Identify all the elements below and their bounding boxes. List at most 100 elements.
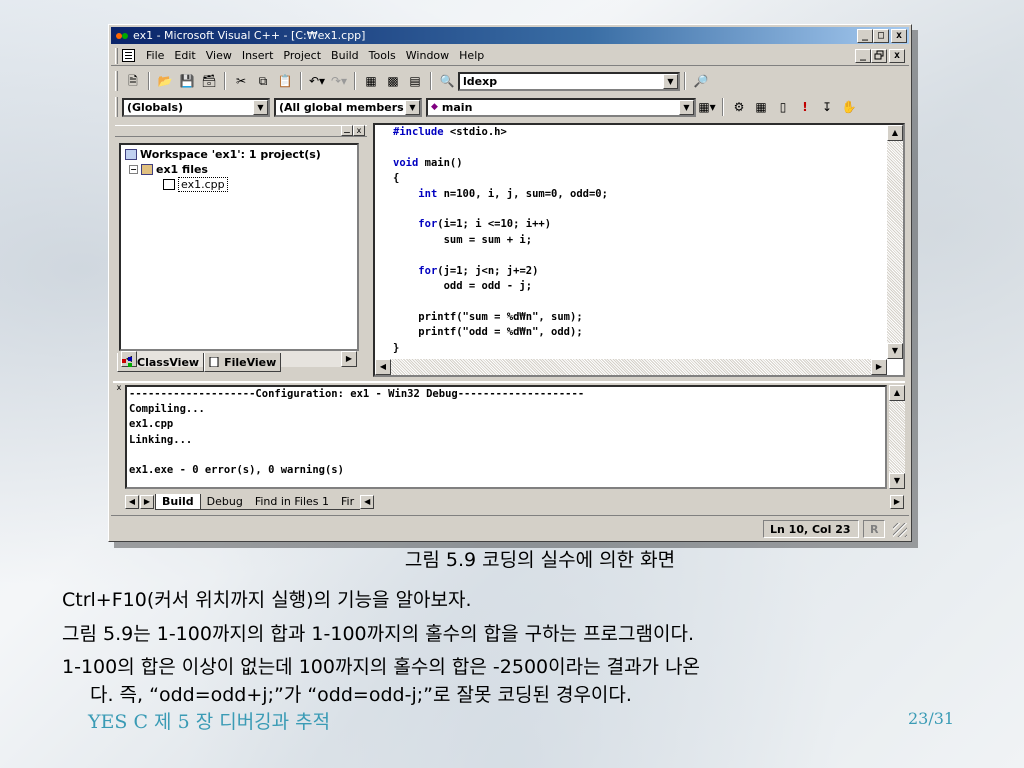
paste-icon[interactable]: 📋 [276,72,294,90]
output-vscroll[interactable]: ▲ ▼ [889,385,905,489]
output-close-button[interactable]: x [113,383,125,392]
output-window-icon[interactable]: ▩ [384,72,402,90]
find-icon[interactable]: 🔎 [692,72,710,90]
tab-prev-icon[interactable]: ◀ [125,495,139,509]
redo-icon[interactable]: ↷▾ [330,72,348,90]
execute-icon[interactable]: ! [796,98,814,116]
function-combo[interactable]: ◆ main ▼ [426,97,696,117]
file-tree[interactable]: Workspace 'ex1': 1 project(s) − ex1 file… [119,143,359,367]
code-line[interactable]: printf("odd = %d₩n", odd); [393,325,883,340]
editor-hscroll[interactable]: ◀ ▶ [375,359,887,375]
tab-debug[interactable]: Debug [200,494,249,510]
document-icon[interactable] [122,49,135,62]
scroll-right-icon[interactable]: ▶ [341,351,357,367]
toolbar-grip[interactable] [115,97,118,117]
menu-edit[interactable]: Edit [169,49,200,62]
menu-build[interactable]: Build [326,49,364,62]
tab-find-in-files-1[interactable]: Find in Files 1 [248,494,336,510]
undo-icon[interactable]: ↶▾ [308,72,326,90]
open-folder-icon[interactable]: 📂 [156,72,174,90]
editor-vscroll[interactable]: ▲ ▼ [887,125,903,359]
mdi-restore-button[interactable] [871,49,887,63]
code-line[interactable]: #include <stdio.h> [393,125,883,140]
code-line[interactable]: { [393,171,883,186]
breakpoint-hand-icon[interactable]: ✋ [840,98,858,116]
vc-window[interactable]: ex1 - Microsoft Visual C++ - [C:₩ex1.cpp… [108,24,912,542]
chevron-down-icon[interactable]: ▼ [679,99,694,115]
save-icon[interactable]: 💾 [178,72,196,90]
build-output[interactable]: --------------------Configuration: ex1 -… [125,385,887,489]
code-line[interactable]: for(j=1; j<n; j+=2) [393,264,883,279]
chevron-down-icon[interactable]: ▼ [405,99,420,115]
menu-tools[interactable]: Tools [364,49,401,62]
close-button[interactable]: x [891,29,907,43]
new-file-icon[interactable]: 🗎 [124,72,142,90]
menu-bar: File Edit View Insert Project Build Tool… [111,46,909,66]
menu-file[interactable]: File [141,49,169,62]
window-list-icon[interactable]: ▤ [406,72,424,90]
code-editor[interactable]: #include <stdio.h> void main(){ int n=10… [373,123,905,377]
scroll-right-icon[interactable]: ▶ [871,359,887,375]
code-line[interactable] [393,294,883,309]
scroll-left-icon[interactable]: ◀ [360,495,375,509]
title-bar[interactable]: ex1 - Microsoft Visual C++ - [C:₩ex1.cpp… [111,27,909,44]
scroll-down-icon[interactable]: ▼ [887,343,903,359]
source-code[interactable]: #include <stdio.h> void main(){ int n=10… [393,125,883,356]
tree-project[interactable]: − ex1 files [125,162,353,177]
code-line[interactable] [393,202,883,217]
workspace-close-button[interactable]: x [353,125,365,136]
wizard-actions-icon[interactable]: ▦▾ [698,98,716,116]
menu-grip[interactable] [115,47,118,64]
menu-view[interactable]: View [201,49,237,62]
scope-combo[interactable]: (Globals) ▼ [122,97,270,117]
scroll-down-icon[interactable]: ▼ [889,473,905,489]
chevron-down-icon[interactable]: ▼ [663,73,678,89]
code-line[interactable] [393,140,883,155]
tab-build[interactable]: Build [155,494,201,510]
scroll-right-icon[interactable]: ▶ [890,495,904,509]
code-line[interactable]: sum = sum + i; [393,233,883,248]
scroll-up-icon[interactable]: ▲ [887,125,903,141]
code-line[interactable]: void main() [393,156,883,171]
code-line[interactable]: int n=100, i, j, sum=0, odd=0; [393,187,883,202]
tree-workspace[interactable]: Workspace 'ex1': 1 project(s) [125,147,353,162]
mdi-close-button[interactable]: x [889,49,905,63]
tab-find-in-files-2[interactable]: Fir [335,494,361,510]
maximize-button[interactable]: □ [873,29,889,43]
tree-file[interactable]: ex1.cpp [125,177,353,192]
code-line[interactable]: printf("sum = %d₩n", sum); [393,310,883,325]
minimize-button[interactable]: _ [857,29,873,43]
scroll-up-icon[interactable]: ▲ [889,385,905,401]
resize-grip[interactable] [893,523,907,537]
compile-icon[interactable]: ⚙ [730,98,748,116]
stop-build-icon[interactable]: ▯ [774,98,792,116]
code-line[interactable] [393,248,883,263]
find-in-files-icon[interactable]: 🔍 [438,72,456,90]
chevron-down-icon[interactable]: ▼ [253,99,268,115]
collapse-icon[interactable]: − [129,165,138,174]
mdi-minimize-button[interactable]: _ [855,49,871,63]
tab-classview[interactable]: ClassView [117,353,205,372]
find-combo[interactable]: ldexp ▼ [458,71,680,91]
code-line[interactable]: } [393,341,883,356]
code-line[interactable]: odd = odd - j; [393,279,883,294]
members-combo[interactable]: (All global members ▼ [274,97,422,117]
menu-help[interactable]: Help [454,49,489,62]
cut-icon[interactable]: ✂ [232,72,250,90]
build-icon[interactable]: ▦ [752,98,770,116]
tab-fileview[interactable]: FileView [204,353,282,372]
output-tabs: ◀ ▶ Build Debug Find in Files 1 Fir ◀ ▶ [125,493,905,511]
menu-project[interactable]: Project [278,49,326,62]
go-icon[interactable]: ↧ [818,98,836,116]
workspace-dock-button[interactable]: ⚊ [341,125,353,136]
code-line[interactable]: for(i=1; i <=10; i++) [393,217,883,232]
menu-window[interactable]: Window [401,49,454,62]
workspace-icon[interactable]: ▦ [362,72,380,90]
workspace-icon [125,149,137,160]
menu-insert[interactable]: Insert [237,49,279,62]
scroll-left-icon[interactable]: ◀ [375,359,391,375]
save-all-icon[interactable]: 🗃 [200,72,218,90]
tab-next-icon[interactable]: ▶ [140,495,154,509]
toolbar-grip[interactable] [115,71,118,91]
copy-icon[interactable]: ⧉ [254,72,272,90]
